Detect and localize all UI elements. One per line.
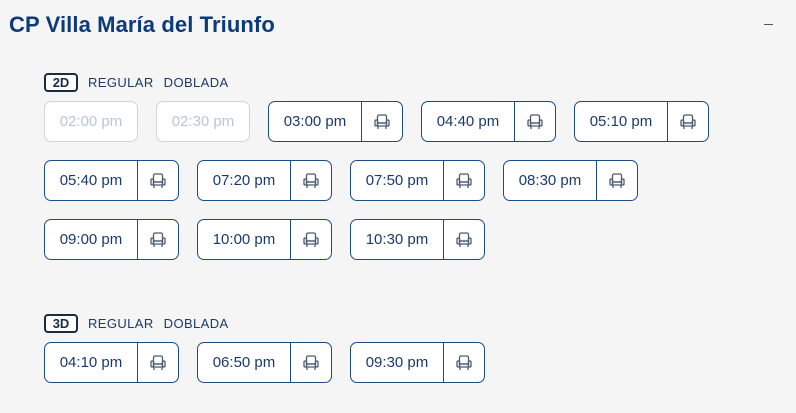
cinema-title: CP Villa María del Triunfo (9, 12, 275, 37)
showtime-button[interactable]: 08:30 pm (503, 160, 638, 201)
showtime-label: 10:30 pm (365, 231, 429, 248)
showtime-label: 09:00 pm (59, 231, 123, 248)
showtime-label: 09:30 pm (365, 354, 429, 371)
showtime-list: 02:00 pm 02:30 pm 03:00 pm 04:40 pm 05:10 pm… (44, 101, 744, 278)
showtime-button-disabled: 02:00 pm (44, 101, 138, 142)
format-header: 3D REGULAR DOBLADA (44, 313, 744, 333)
seat-icon (290, 161, 331, 200)
seat-icon (596, 161, 637, 200)
format-tags: REGULAR DOBLADA (88, 75, 229, 90)
showtime-button[interactable]: 07:50 pm (350, 160, 485, 201)
format-tag-language: REGULAR (88, 74, 154, 90)
format-badge: 3D (44, 313, 78, 333)
showtime-button[interactable]: 04:40 pm (421, 101, 556, 142)
collapse-toggle-icon[interactable] (764, 24, 773, 25)
showtime-button[interactable]: 10:00 pm (197, 219, 332, 260)
showtime-button[interactable]: 10:30 pm (350, 219, 485, 260)
showtime-label: 02:30 pm (171, 113, 235, 130)
showtime-label: 04:40 pm (436, 113, 500, 130)
seat-icon (290, 220, 331, 259)
format-badge: 2D (44, 72, 78, 92)
seat-icon (667, 102, 708, 141)
showtime-label: 03:00 pm (283, 113, 347, 130)
showtime-button[interactable]: 06:50 pm (197, 342, 332, 383)
showtime-label: 05:10 pm (589, 113, 653, 130)
seat-icon (137, 220, 178, 259)
format-tag-version: DOBLADA (163, 315, 229, 331)
showtime-label: 02:00 pm (59, 113, 123, 130)
showtime-label: 08:30 pm (518, 172, 582, 189)
showtime-button[interactable]: 07:20 pm (197, 160, 332, 201)
seat-icon (361, 102, 402, 141)
format-tags: REGULAR DOBLADA (88, 316, 229, 331)
showtime-label: 05:40 pm (59, 172, 123, 189)
showtime-button[interactable]: 05:10 pm (574, 101, 709, 142)
showtime-label: 06:50 pm (212, 354, 276, 371)
format-tag-language: REGULAR (88, 315, 154, 331)
seat-icon (137, 161, 178, 200)
format-section-2d: 2D REGULAR DOBLADA 02:00 pm 02:30 pm 03:00… (44, 72, 744, 278)
cinema-showtimes-panel: CP Villa María del Triunfo 2D REGULAR DO… (0, 0, 796, 413)
showtime-button[interactable]: 03:00 pm (268, 101, 403, 142)
showtime-button[interactable]: 04:10 pm (44, 342, 179, 383)
seat-icon (514, 102, 555, 141)
format-header: 2D REGULAR DOBLADA (44, 72, 744, 92)
showtime-button[interactable]: 05:40 pm (44, 160, 179, 201)
seat-icon (443, 220, 484, 259)
seat-icon (443, 343, 484, 382)
showtime-label: 07:50 pm (365, 172, 429, 189)
showtime-button[interactable]: 09:30 pm (350, 342, 485, 383)
showtime-label: 10:00 pm (212, 231, 276, 248)
format-tag-version: DOBLADA (163, 74, 229, 90)
showtime-label: 04:10 pm (59, 354, 123, 371)
showtime-button[interactable]: 09:00 pm (44, 219, 179, 260)
seat-icon (290, 343, 331, 382)
showtime-list: 04:10 pm 06:50 pm 09:30 pm (44, 342, 744, 401)
showtime-button-disabled: 02:30 pm (156, 101, 250, 142)
showtime-label: 07:20 pm (212, 172, 276, 189)
seat-icon (443, 161, 484, 200)
format-section-3d: 3D REGULAR DOBLADA 04:10 pm 06:50 pm 09:30… (44, 313, 744, 401)
seat-icon (137, 343, 178, 382)
